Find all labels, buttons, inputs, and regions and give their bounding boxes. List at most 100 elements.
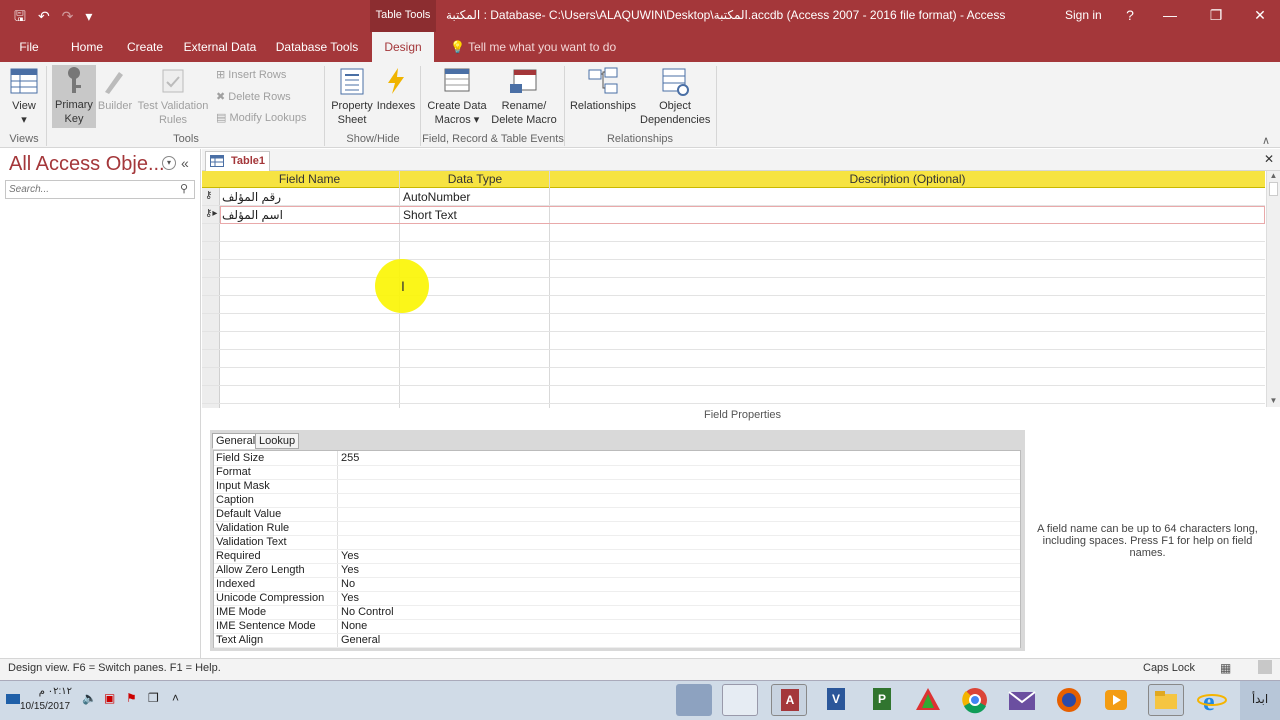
test-validation-rules-button[interactable]: Test Validation Rules bbox=[134, 66, 212, 127]
create-macro-icon bbox=[441, 66, 473, 96]
project-app-icon[interactable]: P bbox=[864, 684, 900, 716]
relationships-button[interactable]: Relationships bbox=[566, 66, 640, 113]
property-value[interactable]: Yes bbox=[341, 591, 359, 605]
media-app-icon[interactable] bbox=[910, 684, 946, 716]
access-app-icon[interactable]: A bbox=[771, 684, 807, 716]
table-row-selected[interactable] bbox=[220, 206, 1265, 224]
object-dependencies-button[interactable]: Object Dependencies bbox=[640, 66, 710, 127]
tab-table1[interactable]: Table1 bbox=[205, 151, 270, 171]
clock-date[interactable]: 10/15/2017 bbox=[20, 701, 70, 712]
builder-button[interactable]: Builder bbox=[96, 66, 134, 113]
action-center-icon[interactable]: ⚑ bbox=[126, 691, 137, 705]
property-label: Input Mask bbox=[216, 480, 270, 492]
tab-lookup[interactable]: Lookup bbox=[255, 433, 300, 449]
close-document-icon[interactable]: ✕ bbox=[1264, 152, 1274, 166]
property-row-line bbox=[214, 577, 1020, 578]
view-button[interactable]: View ▾ bbox=[4, 66, 44, 127]
delete-rows-icon: ✖ bbox=[216, 91, 229, 103]
property-value[interactable]: No Control bbox=[341, 605, 394, 619]
customize-qat-icon[interactable]: ▾ bbox=[85, 0, 92, 32]
property-value[interactable]: Yes bbox=[341, 549, 359, 563]
table-tools-context-group: Table Tools bbox=[370, 0, 436, 32]
object-dependencies-icon bbox=[659, 66, 691, 96]
visio-app-icon[interactable]: V bbox=[818, 684, 854, 716]
internet-explorer-app-icon[interactable]: e bbox=[1194, 684, 1230, 716]
undo-icon[interactable]: ↶ bbox=[38, 0, 50, 32]
minimize-button[interactable]: — bbox=[1150, 0, 1190, 32]
field-help-text: A field name can be up to 64 characters … bbox=[1037, 523, 1258, 559]
nav-pane-title[interactable]: All Access Obje... bbox=[9, 153, 165, 176]
grid-row-line bbox=[202, 367, 1265, 368]
tab-create[interactable]: Create bbox=[122, 32, 168, 62]
sign-in-link[interactable]: Sign in bbox=[1065, 0, 1102, 30]
group-label-views: Views bbox=[9, 133, 39, 145]
property-row-line bbox=[214, 493, 1020, 494]
close-window-button[interactable]: ✕ bbox=[1240, 0, 1280, 32]
nav-menu-chevron-icon[interactable]: ▾ bbox=[162, 156, 176, 170]
field-name-cell[interactable]: رقم المؤلف bbox=[222, 189, 281, 206]
delete-rows-button[interactable]: ✖ Delete Rows bbox=[216, 90, 291, 103]
create-data-macros-button[interactable]: Create Data Macros ▾ bbox=[424, 66, 490, 127]
tab-database-tools[interactable]: Database Tools bbox=[272, 32, 362, 62]
keyboard-app-icon[interactable] bbox=[676, 684, 712, 716]
tab-general[interactable]: General bbox=[212, 433, 260, 449]
word-document-app-icon[interactable] bbox=[722, 684, 758, 716]
column-header-description: Description (Optional) bbox=[849, 172, 966, 186]
rename-delete-macro-button[interactable]: Rename/Delete Macro bbox=[490, 66, 558, 127]
property-label: Indexed bbox=[216, 578, 256, 590]
taskbar bbox=[0, 680, 1280, 720]
data-type-cell[interactable]: Short Text bbox=[403, 207, 457, 224]
insert-rows-button[interactable]: ⊞ Insert Rows bbox=[216, 68, 286, 81]
field-name-cell[interactable]: اسم المؤلف bbox=[222, 207, 283, 224]
mail-app-icon[interactable] bbox=[1004, 684, 1040, 716]
restore-button[interactable]: ❐ bbox=[1196, 0, 1236, 32]
property-value[interactable]: General bbox=[341, 633, 380, 647]
nav-search-box: ⚲ bbox=[5, 180, 195, 199]
network-icon[interactable] bbox=[6, 694, 20, 704]
tab-home[interactable]: Home bbox=[64, 32, 110, 62]
modify-lookups-button[interactable]: ▤ Modify Lookups bbox=[216, 111, 307, 124]
property-value[interactable]: None bbox=[341, 619, 367, 633]
collapse-ribbon-icon[interactable]: ∧ bbox=[1262, 134, 1270, 147]
primary-key-button[interactable]: Primary Key bbox=[52, 65, 96, 128]
grid-row-line bbox=[202, 349, 1265, 350]
tab-design[interactable]: Design bbox=[372, 32, 434, 62]
property-row-line bbox=[214, 619, 1020, 620]
property-value[interactable]: Yes bbox=[341, 563, 359, 577]
indexes-button[interactable]: Indexes bbox=[376, 66, 416, 113]
redo-icon[interactable]: ↷ bbox=[62, 0, 74, 32]
group-label-field-record-table-events: Field, Record & Table Events bbox=[422, 133, 564, 145]
search-icon[interactable]: ⚲ bbox=[180, 182, 188, 195]
media-player-app-icon[interactable] bbox=[1098, 684, 1134, 716]
clock-time[interactable]: ٠٢:١٢ م bbox=[26, 686, 72, 697]
datasheet-view-icon[interactable]: ▦ bbox=[1220, 661, 1231, 675]
start-button[interactable]: ابدأ bbox=[1240, 681, 1280, 720]
tell-me-search[interactable]: 💡 Tell me what you want to do bbox=[450, 32, 616, 62]
notifications-icon[interactable]: ❐ bbox=[148, 691, 159, 705]
column-header-data-type: Data Type bbox=[447, 172, 503, 186]
lightning-icon bbox=[380, 66, 412, 96]
file-explorer-app-icon[interactable] bbox=[1148, 684, 1184, 716]
firefox-app-icon[interactable] bbox=[1051, 684, 1087, 716]
power-icon[interactable]: ▣ bbox=[104, 691, 115, 705]
property-sheet-button[interactable]: Property Sheet bbox=[328, 66, 376, 127]
property-label: Caption bbox=[216, 494, 254, 506]
vertical-scrollbar[interactable]: ▲ ▼ bbox=[1266, 171, 1280, 407]
nav-search-input[interactable] bbox=[6, 181, 176, 198]
tab-file[interactable]: File bbox=[12, 32, 46, 62]
design-view-icon[interactable] bbox=[1258, 660, 1272, 674]
quick-access-toolbar: 🖫 ↶ ↷ ▾ bbox=[0, 0, 92, 32]
volume-icon[interactable]: 🔈 bbox=[82, 691, 97, 705]
chrome-app-icon[interactable] bbox=[957, 684, 993, 716]
property-value[interactable]: 255 bbox=[341, 451, 359, 465]
nav-collapse-icon[interactable]: « bbox=[181, 155, 189, 171]
data-type-cell[interactable]: AutoNumber bbox=[403, 189, 470, 206]
help-button[interactable]: ? bbox=[1110, 0, 1150, 32]
save-icon[interactable]: 🖫 bbox=[14, 0, 26, 32]
show-hidden-icons[interactable]: ˄ bbox=[172, 691, 179, 705]
property-value[interactable]: No bbox=[341, 577, 355, 591]
grid-row-line bbox=[202, 331, 1265, 332]
modify-lookups-icon: ▤ bbox=[216, 112, 230, 124]
property-sheet-icon bbox=[336, 66, 368, 96]
tab-external-data[interactable]: External Data bbox=[180, 32, 260, 62]
